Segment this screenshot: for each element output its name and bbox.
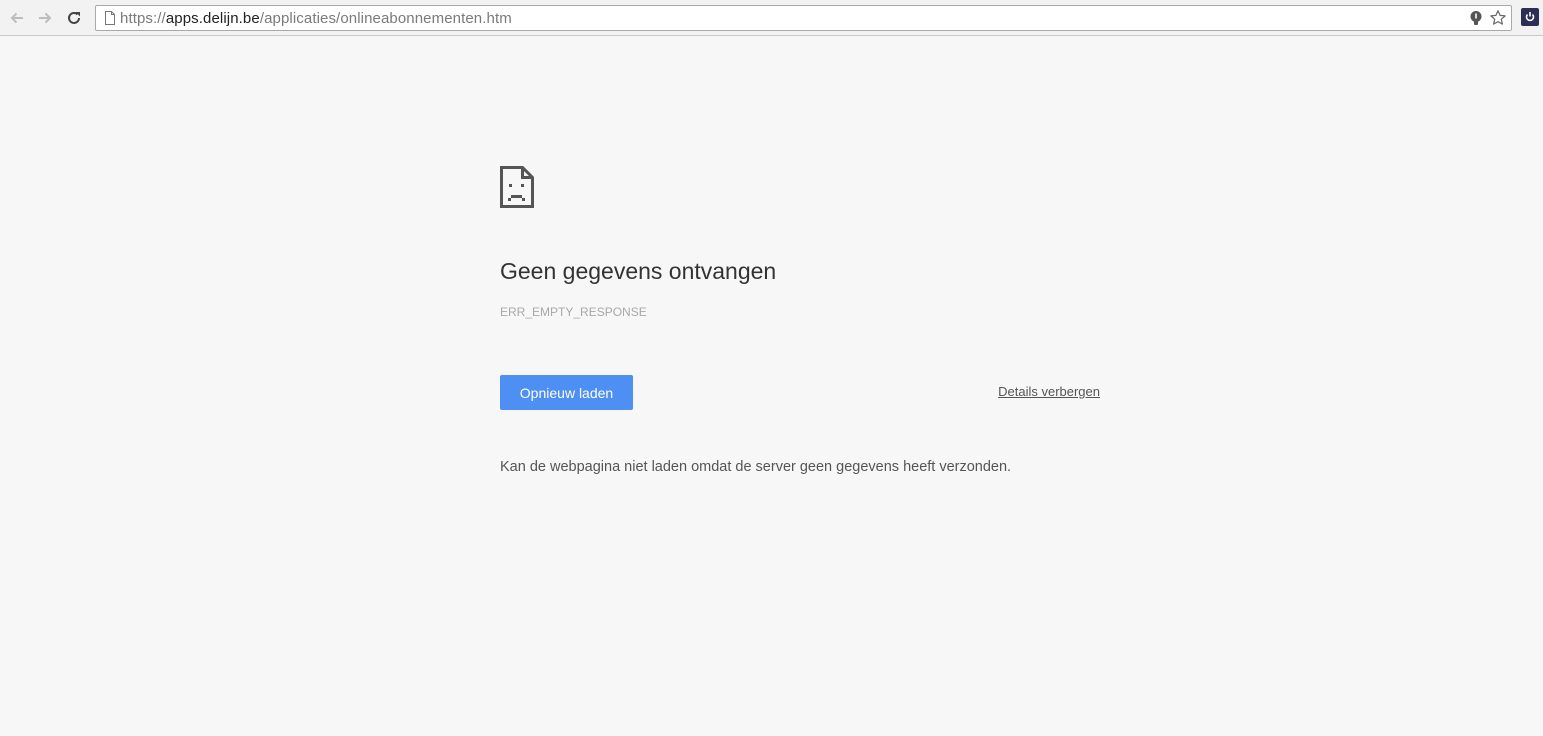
browser-toolbar: https://apps.delijn.be/applicaties/onlin… xyxy=(0,0,1543,36)
error-details-text: Kan de webpagina niet laden omdat de ser… xyxy=(500,459,1012,475)
sad-page-icon xyxy=(500,166,534,208)
url-host: apps.delijn.be xyxy=(165,10,260,27)
arrow-left-icon xyxy=(10,12,23,24)
details-toggle-link[interactable]: Details verbergen xyxy=(998,384,1100,399)
url-path: /applicaties/onlineabonnementen.htm xyxy=(259,10,512,27)
forward-button[interactable] xyxy=(33,6,57,30)
lightbulb-icon[interactable] xyxy=(1467,9,1485,27)
back-button[interactable] xyxy=(5,6,29,30)
extension-button[interactable] xyxy=(1521,8,1539,26)
url-scheme: https:// xyxy=(120,10,166,27)
arrow-right-icon xyxy=(39,12,52,24)
address-bar[interactable]: https://apps.delijn.be/applicaties/onlin… xyxy=(95,5,1512,31)
error-code: ERR_EMPTY_RESPONSE xyxy=(500,305,647,319)
reload-button[interactable] xyxy=(62,6,86,30)
page-icon xyxy=(105,11,115,25)
reload-icon xyxy=(68,11,80,24)
url-text: https://apps.delijn.be/applicaties/onlin… xyxy=(120,10,512,27)
reload-page-button[interactable]: Opnieuw laden xyxy=(500,375,633,410)
star-icon[interactable] xyxy=(1489,9,1507,27)
error-title: Geen gegevens ontvangen xyxy=(500,258,777,284)
power-icon xyxy=(1525,12,1535,22)
